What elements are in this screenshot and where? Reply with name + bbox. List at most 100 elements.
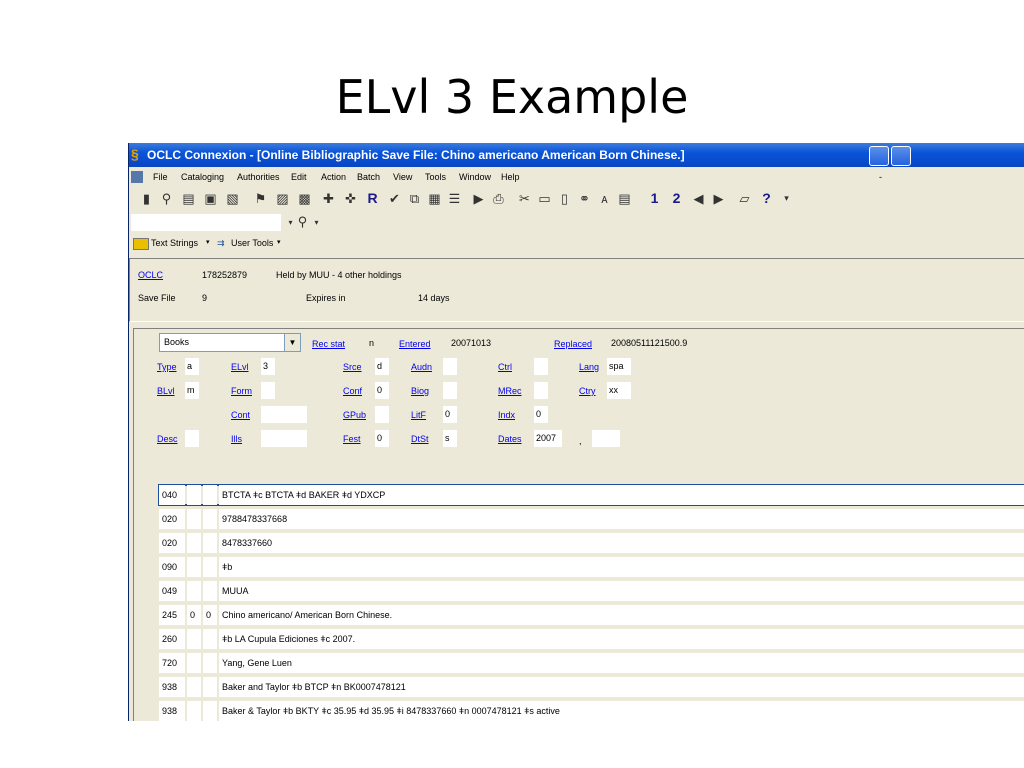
menu-window[interactable]: Window xyxy=(459,167,491,187)
check-icon[interactable]: ✔ xyxy=(387,191,402,206)
variable-field-row[interactable]: 245 0 0 Chino americano/ American Born Chin… xyxy=(159,605,1024,625)
maximize-button[interactable] xyxy=(891,146,911,166)
dates-field-2[interactable] xyxy=(592,430,620,447)
replaced-value[interactable]: 20080511121500.9 xyxy=(611,335,687,352)
reformat-button[interactable]: R xyxy=(365,191,380,206)
cont-label[interactable]: Cont xyxy=(231,409,250,421)
field-content[interactable]: Baker & Taylor ǂb BKTY ǂc 35.95 ǂd 35.95… xyxy=(219,701,1024,721)
window-titlebar[interactable]: § OCLC Connexion - [Online Bibliographic… xyxy=(129,143,1024,167)
variable-field-row[interactable]: 090 ǂb xyxy=(159,557,1024,577)
find-icon[interactable]: ⚭ xyxy=(577,191,592,206)
field-tag[interactable]: 040 xyxy=(159,485,185,505)
search-icon[interactable]: ⚲ xyxy=(159,191,174,206)
indicator-2[interactable]: 0 xyxy=(203,605,217,625)
indicator-2[interactable] xyxy=(203,629,217,649)
list-icon[interactable]: ☰ xyxy=(447,191,462,206)
indx-field[interactable]: 0 xyxy=(534,406,548,423)
paste-icon[interactable]: ▭ xyxy=(537,191,552,206)
whats-this-icon[interactable]: ▱ xyxy=(737,191,752,206)
field-tag[interactable]: 020 xyxy=(159,533,185,553)
fest-field[interactable]: 0 xyxy=(375,430,389,447)
indicator-1[interactable] xyxy=(187,629,201,649)
delete-holdings-icon[interactable]: ✜ xyxy=(343,191,358,206)
biog-label[interactable]: Biog xyxy=(411,385,429,397)
dates-label[interactable]: Dates xyxy=(498,433,522,445)
insert-icon[interactable]: ▦ xyxy=(427,191,442,206)
variable-field-row[interactable]: 020 8478337660 xyxy=(159,533,1024,553)
menu-file[interactable]: File xyxy=(153,167,168,187)
replace-icon[interactable]: ▨ xyxy=(275,191,290,206)
entered-value[interactable]: 20071013 xyxy=(451,335,491,352)
constant-data-2-button[interactable]: 2 xyxy=(669,191,684,206)
gpub-field[interactable] xyxy=(375,406,389,423)
audn-label[interactable]: Audn xyxy=(411,361,432,373)
tag-icon[interactable]: ▤ xyxy=(617,191,632,206)
field-content[interactable]: Chino americano/ American Born Chinese. xyxy=(219,605,1024,625)
field-tag[interactable]: 938 xyxy=(159,701,185,721)
indicator-1[interactable] xyxy=(187,509,201,529)
oclc-link[interactable]: OCLC xyxy=(138,269,163,281)
validate-icon[interactable]: ▩ xyxy=(297,191,312,206)
menu-view[interactable]: View xyxy=(393,167,412,187)
user-tools-dropdown-icon[interactable]: ▾ xyxy=(277,233,281,253)
replaced-label[interactable]: Replaced xyxy=(554,338,592,350)
ills-label[interactable]: Ills xyxy=(231,433,242,445)
indicator-1[interactable] xyxy=(187,581,201,601)
blvl-label[interactable]: BLvl xyxy=(157,385,175,397)
variable-field-row[interactable]: 720 Yang, Gene Luen xyxy=(159,653,1024,673)
variable-field-row[interactable]: 938 Baker and Taylor ǂb BTCP ǂn BK0007478… xyxy=(159,677,1024,697)
mrec-label[interactable]: MRec xyxy=(498,385,522,397)
browse-icon[interactable]: ▤ xyxy=(181,191,196,206)
field-tag[interactable]: 938 xyxy=(159,677,185,697)
print-icon[interactable]: ⎙ xyxy=(491,191,506,206)
toolbar-overflow-icon[interactable]: ▾ xyxy=(779,191,794,206)
indicator-1[interactable] xyxy=(187,533,201,553)
mdi-minimize-icon[interactable]: - xyxy=(879,167,882,187)
lang-field[interactable]: spa xyxy=(607,358,631,375)
field-tag[interactable]: 260 xyxy=(159,629,185,649)
forward-icon[interactable]: ▶ xyxy=(711,191,726,206)
entered-label[interactable]: Entered xyxy=(399,338,431,350)
menu-action[interactable]: Action xyxy=(321,167,346,187)
field-content[interactable]: Baker and Taylor ǂb BTCP ǂn BK0007478121 xyxy=(219,677,1024,697)
gpub-label[interactable]: GPub xyxy=(343,409,366,421)
variable-field-row[interactable]: 260 ǂb LA Cupula Ediciones ǂc 2007. xyxy=(159,629,1024,649)
field-tag[interactable]: 090 xyxy=(159,557,185,577)
conf-label[interactable]: Conf xyxy=(343,385,362,397)
user-tools-button[interactable]: User Tools xyxy=(231,233,273,253)
menu-tools[interactable]: Tools xyxy=(425,167,446,187)
variable-field-row[interactable]: 938 Baker & Taylor ǂb BKTY ǂc 35.95 ǂd 35… xyxy=(159,701,1024,721)
holdings-icon[interactable]: ✚ xyxy=(321,191,336,206)
type-label[interactable]: Type xyxy=(157,361,177,373)
indicator-1[interactable] xyxy=(187,485,201,505)
desc-field[interactable] xyxy=(185,430,199,447)
text-strings-dropdown-icon[interactable]: ▾ xyxy=(206,233,210,253)
variable-field-row[interactable]: 040 BTCTA ǂc BTCTA ǂd BAKER ǂd YDXCP xyxy=(158,484,1024,506)
indicator-2[interactable] xyxy=(203,653,217,673)
ctry-field[interactable]: xx xyxy=(607,382,631,399)
form-label[interactable]: Form xyxy=(231,385,252,397)
indicator-2[interactable] xyxy=(203,485,217,505)
indicator-2[interactable] xyxy=(203,581,217,601)
dates-field-1[interactable]: 2007 xyxy=(534,430,562,447)
chevron-down-icon[interactable]: ▼ xyxy=(284,334,300,351)
indicator-1[interactable] xyxy=(187,653,201,673)
blvl-field[interactable]: m xyxy=(185,382,199,399)
indicator-2[interactable] xyxy=(203,509,217,529)
clipboard-icon[interactable]: ▯ xyxy=(557,191,572,206)
ctry-label[interactable]: Ctry xyxy=(579,385,596,397)
rec-stat-label[interactable]: Rec stat xyxy=(312,338,345,350)
cont-field[interactable] xyxy=(261,406,307,423)
rec-stat-value[interactable]: n xyxy=(369,335,374,352)
copy-icon[interactable]: ⧉ xyxy=(407,191,422,206)
keyword-search-icon[interactable]: ⚲ xyxy=(295,214,310,229)
field-content[interactable]: ǂb LA Cupula Ediciones ǂc 2007. xyxy=(219,629,1024,649)
ctrl-field[interactable] xyxy=(534,358,548,375)
field-tag[interactable]: 245 xyxy=(159,605,185,625)
biog-field[interactable] xyxy=(443,382,457,399)
elvl-label[interactable]: ELvl xyxy=(231,361,249,373)
indicator-1[interactable]: 0 xyxy=(187,605,201,625)
indicator-2[interactable] xyxy=(203,677,217,697)
format-select[interactable]: Books ▼ xyxy=(159,333,301,352)
derive-icon[interactable]: ⚑ xyxy=(253,191,268,206)
